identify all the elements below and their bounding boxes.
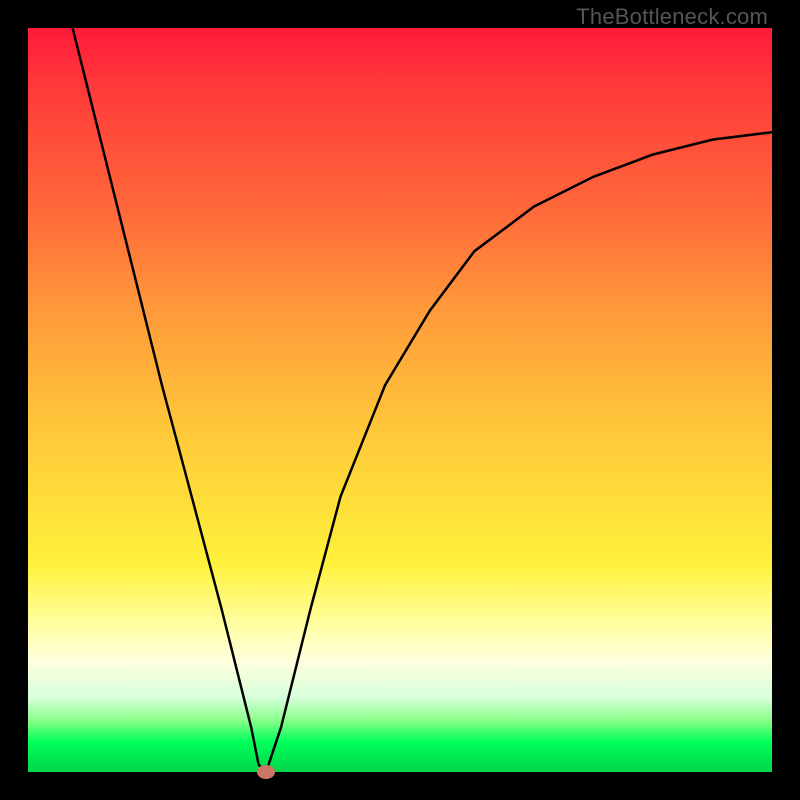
chart-line bbox=[73, 28, 772, 772]
watermark-text: TheBottleneck.com bbox=[576, 4, 768, 30]
chart-curve-svg bbox=[28, 28, 772, 772]
optimum-marker bbox=[257, 765, 275, 779]
chart-frame bbox=[28, 28, 772, 772]
